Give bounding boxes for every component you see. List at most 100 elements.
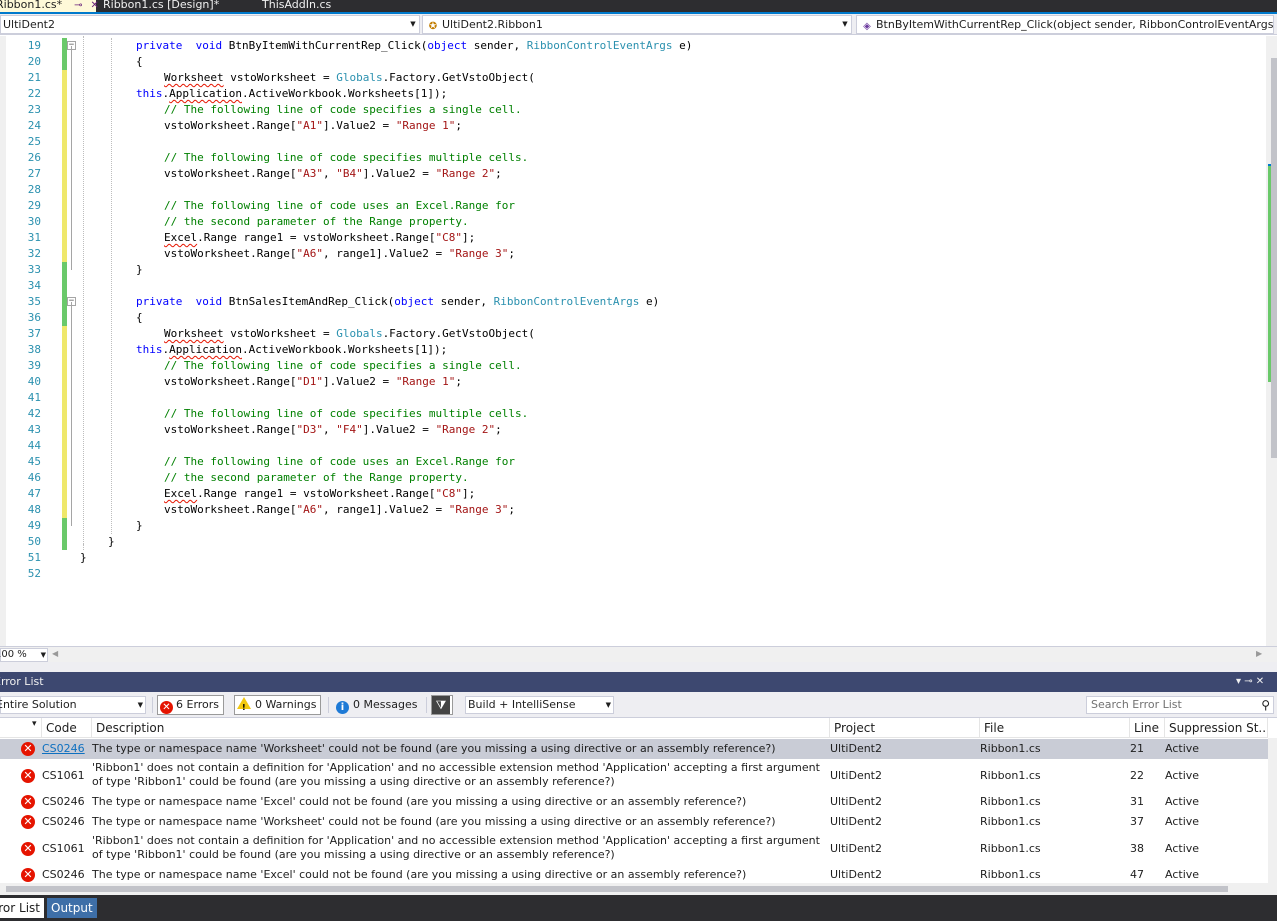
errors-filter-button[interactable]: ✕ 6 Errors (157, 695, 225, 715)
code-line[interactable]: 48 vstoWorksheet.Range["A6", range1].Valu… (0, 502, 1266, 518)
error-row[interactable]: ✕ CS0246 The type or namespace name 'Works… (0, 739, 1268, 759)
error-search-input[interactable]: Search Error List ⚲ (1086, 696, 1274, 714)
code-line[interactable]: 22 this.Application.ActiveWorkbook.Worksh… (0, 86, 1266, 102)
member-dropdown[interactable]: ◈ BtnByItemWithCurrentRep_Click(object se… (856, 15, 1274, 34)
code-line[interactable]: 38 this.Application.ActiveWorkbook.Worksh… (0, 342, 1266, 358)
class-dropdown-value: UltiDent2.Ribbon1 (442, 18, 543, 31)
column-header-file[interactable]: File (980, 718, 1130, 738)
line-number: 20 (27, 55, 41, 68)
window-controls[interactable]: ▾ ⊸ ✕ (1236, 672, 1264, 691)
line-number: 44 (27, 439, 41, 452)
error-code-link[interactable]: CS0246 (42, 868, 85, 881)
line-number: 45 (27, 455, 41, 468)
column-header-project[interactable]: Project (830, 718, 980, 738)
code-line[interactable]: 19− private void BtnByItemWithCurrentRep_… (0, 38, 1266, 54)
outline-line (71, 46, 72, 270)
column-header-description[interactable]: Description (92, 718, 830, 738)
error-description: The type or namespace name 'Excel' could… (92, 795, 747, 808)
column-header-suppression[interactable]: Suppression St... (1165, 718, 1268, 738)
class-dropdown[interactable]: ✪ UltiDent2.Ribbon1 ▼ (422, 15, 852, 34)
error-grid-scrollbar-thumb[interactable] (6, 886, 1228, 892)
tab-thisaddin[interactable]: ThisAddIn.cs (258, 0, 335, 12)
scope-dropdown[interactable]: Entire Solution ▼ (0, 696, 146, 714)
error-code-link[interactable]: CS1061 (42, 842, 85, 855)
editor-scrollbar-thumb[interactable] (1271, 58, 1277, 458)
error-grid-vertical-scrollbar[interactable] (1268, 738, 1277, 883)
error-row[interactable]: ✕ CS0246 The type or namespace name 'Excel… (0, 792, 1268, 812)
close-icon[interactable]: ✕ (91, 0, 99, 11)
error-row[interactable]: ✕ CS0246 The type or namespace name 'Excel… (0, 865, 1268, 883)
code-line[interactable]: 27 vstoWorksheet.Range["A3", "B4"].Value2… (0, 166, 1266, 182)
change-indicator (62, 422, 67, 438)
error-code-link[interactable]: CS0246 (42, 795, 85, 808)
build-filter-dropdown[interactable]: Build + IntelliSense ▼ (465, 696, 614, 714)
code-line[interactable]: 33} (0, 262, 1266, 278)
tab-error-list[interactable]: Error List (0, 898, 44, 918)
warning-icon: ! (237, 697, 251, 712)
code-line[interactable]: 41 (0, 390, 1266, 406)
code-line[interactable]: 36 { (0, 310, 1266, 326)
line-number: 24 (27, 119, 41, 132)
code-line[interactable]: 37 Worksheet vstoWorksheet = Globals.Fact… (0, 326, 1266, 342)
error-list-toolbar: Entire Solution ▼ ✕ 6 Errors ! 0 Warnings … (0, 692, 1277, 718)
code-line[interactable]: 47 Excel.Range range1 = vstoWorksheet.Ran… (0, 486, 1266, 502)
tab-output[interactable]: Output (47, 898, 97, 918)
change-indicator (62, 230, 67, 246)
code-line[interactable]: 21 Worksheet vstoWorksheet = Globals.Fact… (0, 70, 1266, 86)
code-line[interactable]: 32 vstoWorksheet.Range["A6", range1].Valu… (0, 246, 1266, 262)
code-line[interactable]: 39 // The following line of code specifie… (0, 358, 1266, 374)
code-line[interactable]: 23 // The following line of code specifie… (0, 102, 1266, 118)
filter-button[interactable]: ⧩ (431, 695, 453, 715)
tab-ribbon-cs[interactable]: Ribbon1.cs* ⊸ ✕ (0, 0, 99, 12)
tab-ribbon-design[interactable]: Ribbon1.cs [Design]* (99, 0, 223, 12)
scroll-right-icon[interactable]: ▶ (1256, 649, 1262, 658)
code-line[interactable]: 30 // the second parameter of the Range p… (0, 214, 1266, 230)
code-line[interactable]: 50} (0, 534, 1266, 550)
pin-icon[interactable]: ⊸ (74, 0, 82, 11)
column-header-code[interactable]: Code (42, 718, 92, 738)
column-header-line[interactable]: Line (1130, 718, 1165, 738)
error-row[interactable]: ✕ CS0246 The type or namespace name 'Works… (0, 812, 1268, 832)
code-line[interactable]: 40 vstoWorksheet.Range["D1"].Value2 = "Ra… (0, 374, 1266, 390)
pane-splitter[interactable] (0, 662, 1277, 672)
code-line[interactable]: 24 vstoWorksheet.Range["A1"].Value2 = "Ra… (0, 118, 1266, 134)
error-code-link[interactable]: CS0246 (42, 815, 85, 828)
code-line[interactable]: 45 // The following line of code uses an … (0, 454, 1266, 470)
code-line[interactable]: 29 // The following line of code uses an … (0, 198, 1266, 214)
code-line[interactable]: 43 vstoWorksheet.Range["D3", "F4"].Value2… (0, 422, 1266, 438)
error-row[interactable]: ✕ CS1061 'Ribbon1' does not contain a defi… (0, 832, 1268, 865)
error-line: 22 (1130, 769, 1144, 782)
error-icon: ✕ (21, 842, 35, 856)
error-line: 38 (1130, 842, 1144, 855)
change-indicator (62, 102, 67, 118)
code-line[interactable]: 42 // The following line of code specifie… (0, 406, 1266, 422)
messages-filter-button[interactable]: i 0 Messages (333, 695, 422, 715)
error-row[interactable]: ✕ CS1061 'Ribbon1' does not contain a defi… (0, 759, 1268, 792)
code-line[interactable]: 20 { (0, 54, 1266, 70)
code-line[interactable]: 25 (0, 134, 1266, 150)
code-line[interactable]: 26 // The following line of code specifie… (0, 150, 1266, 166)
code-editor[interactable]: 19− private void BtnByItemWithCurrentRep_… (0, 36, 1277, 646)
code-line[interactable]: 34 (0, 278, 1266, 294)
error-icon: ✕ (21, 795, 35, 809)
code-text: Excel.Range range1 = vstoWorksheet.Range… (164, 487, 476, 500)
warnings-filter-button[interactable]: ! 0 Warnings (234, 695, 322, 715)
code-line[interactable]: 51} (0, 550, 1266, 566)
column-header-icon[interactable]: ▾ (0, 718, 42, 738)
line-number: 32 (27, 247, 41, 260)
code-text: // The following line of code uses an Ex… (164, 199, 515, 212)
zoom-dropdown[interactable]: 100 % ▼ (0, 648, 48, 662)
code-line[interactable]: 31 Excel.Range range1 = vstoWorksheet.Ran… (0, 230, 1266, 246)
scroll-left-icon[interactable]: ◀ (52, 649, 58, 658)
code-line[interactable]: 35− private void BtnSalesItemAndRep_Click… (0, 294, 1266, 310)
project-dropdown[interactable]: UltiDent2 ▼ (0, 15, 420, 34)
error-code-link[interactable]: CS1061 (42, 769, 85, 782)
error-code-link[interactable]: CS0246 (42, 742, 85, 755)
code-line[interactable]: 49} (0, 518, 1266, 534)
code-line[interactable]: 46 // the second parameter of the Range p… (0, 470, 1266, 486)
code-line[interactable]: 28 (0, 182, 1266, 198)
code-line[interactable]: 52 (0, 566, 1266, 582)
error-project: UltiDent2 (830, 842, 882, 855)
change-indicator (62, 518, 67, 534)
code-line[interactable]: 44 (0, 438, 1266, 454)
